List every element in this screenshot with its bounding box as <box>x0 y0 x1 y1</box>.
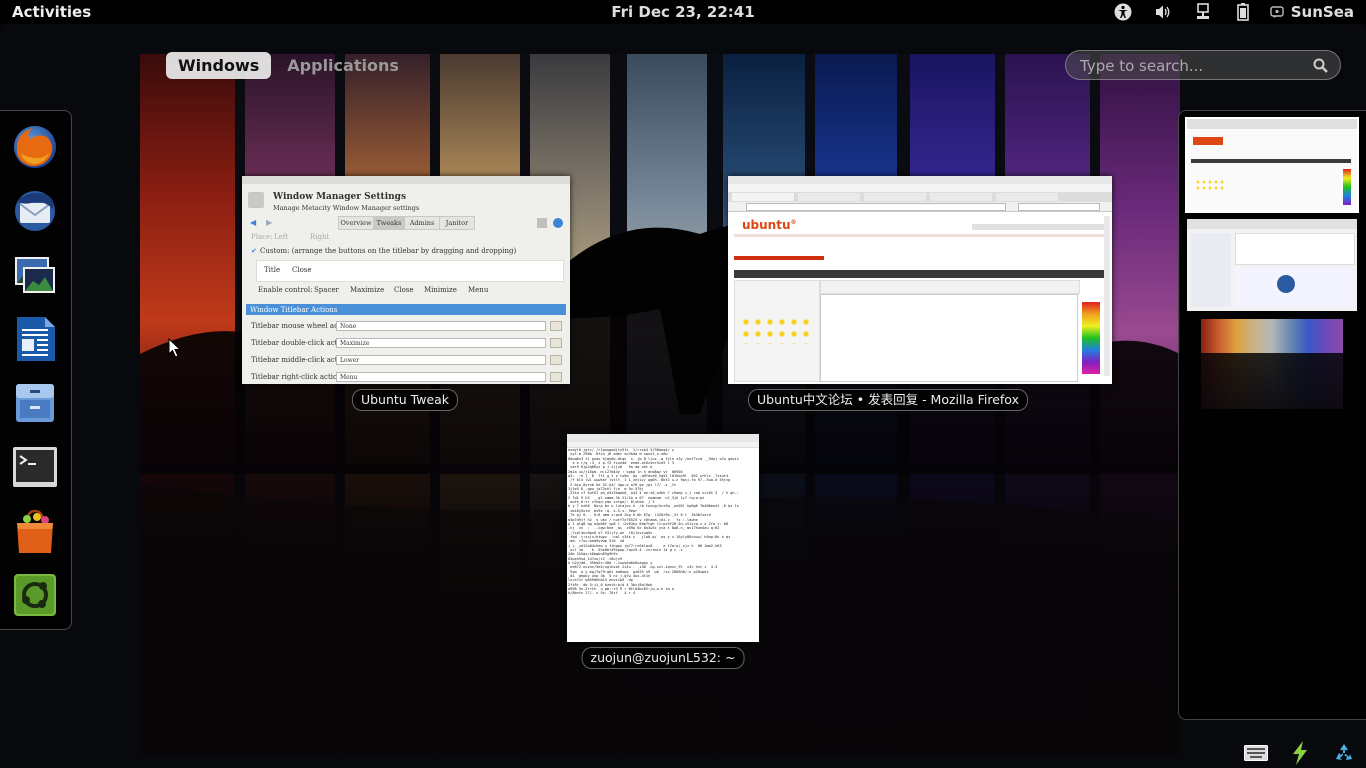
close-layout-item[interactable]: Close <box>292 266 312 274</box>
thunderbird-icon[interactable] <box>9 185 61 237</box>
ubuntu-tweak-icon[interactable] <box>9 569 61 621</box>
control-menu[interactable]: Menu <box>468 286 488 294</box>
reply-form-header <box>734 270 1106 278</box>
tab-windows[interactable]: Windows <box>166 52 272 79</box>
workspace-thumbnail-3[interactable] <box>1187 319 1357 409</box>
window-firefox[interactable]: ubuntu® <box>728 176 1112 384</box>
network-icon[interactable] <box>1193 2 1213 22</box>
title-layout-item[interactable]: Title <box>264 266 280 274</box>
file-manager-icon[interactable] <box>9 377 61 429</box>
control-spacer[interactable]: Spacer <box>314 286 339 294</box>
shotwell-icon[interactable] <box>9 249 61 301</box>
accessibility-icon[interactable] <box>1113 2 1133 22</box>
row-combo[interactable]: Lower <box>336 355 546 365</box>
message-textarea[interactable] <box>820 294 1078 382</box>
activities-button[interactable]: Activities <box>12 3 91 21</box>
place-label: Place: <box>251 233 273 241</box>
tools-icon[interactable] <box>537 218 547 228</box>
dash <box>0 110 72 630</box>
settings-title: Window Manager Settings <box>273 192 407 202</box>
message-tray <box>1234 738 1366 768</box>
status-tray: SunSea <box>1103 0 1366 24</box>
editor-toolbar <box>820 280 1080 294</box>
overview: Windows Applications Type to search... W… <box>0 24 1366 768</box>
terminal-icon[interactable] <box>9 441 61 493</box>
enable-control-label: Enable control: <box>258 286 313 294</box>
forward-arrow-icon[interactable]: ▶ <box>266 218 272 227</box>
row-label: Titlebar right-click action <box>251 373 342 381</box>
mouse-pointer-icon <box>168 337 182 362</box>
window-terminal[interactable]: esdyl0 jgtc/ /r1gswgodjty5fs 1/rrsk4 5/9… <box>567 434 759 642</box>
ubuntu-logo: ubuntu® <box>742 218 797 232</box>
workspace-switcher <box>1178 110 1366 720</box>
forum-nav <box>972 224 1104 230</box>
row-combo[interactable]: Menu <box>336 372 546 382</box>
battery-icon[interactable] <box>1233 2 1253 22</box>
settings-subtitle: Manage Metacity Window Manager settings <box>273 204 420 212</box>
control-maximize[interactable]: Maximize <box>350 286 384 294</box>
reset-button[interactable] <box>550 338 562 348</box>
forum-links <box>734 234 1106 237</box>
control-minimize[interactable]: Minimize <box>424 286 457 294</box>
tab-overview[interactable]: Overview <box>338 216 374 230</box>
reset-button[interactable] <box>550 372 562 382</box>
row-label: Titlebar double-click action <box>251 339 349 347</box>
power-icon[interactable] <box>1287 740 1313 766</box>
window-caption-tweak[interactable]: Ubuntu Tweak <box>351 389 459 411</box>
top-panel: Activities Fri Dec 23, 22:41 SunSea <box>0 0 1366 24</box>
search-input[interactable] <box>1078 55 1302 77</box>
titlebar <box>567 434 759 442</box>
custom-checkbox[interactable]: Custom: (arrange the buttons on the titl… <box>260 247 516 255</box>
search-box[interactable] <box>1065 50 1341 80</box>
browser-tab[interactable] <box>930 193 992 201</box>
smilies-grid[interactable] <box>740 316 812 344</box>
libreoffice-writer-icon[interactable] <box>9 313 61 365</box>
browser-tab[interactable] <box>864 193 926 201</box>
section-title: Window Titlebar Actions <box>250 306 338 314</box>
web-search-bar[interactable] <box>1018 203 1100 211</box>
keyboard-icon[interactable] <box>1243 740 1269 766</box>
user-status-icon <box>1269 2 1285 22</box>
settings-icon <box>248 192 264 208</box>
info-icon[interactable] <box>553 218 563 228</box>
recycle-icon[interactable] <box>1331 740 1357 766</box>
workspace-thumbnail-2[interactable] <box>1187 219 1357 311</box>
firefox-icon[interactable] <box>9 121 61 173</box>
tab-applications[interactable]: Applications <box>275 52 411 79</box>
window-caption-terminal[interactable]: zuojun@zuojunL532: ~ <box>581 647 745 669</box>
reset-button[interactable] <box>550 355 562 365</box>
reset-button[interactable] <box>550 321 562 331</box>
tab-janitor[interactable]: Janitor <box>439 216 475 230</box>
terminal-output[interactable]: esdyl0 jgtc/ /r1gswgodjty5fs 1/rrsk4 5/9… <box>568 448 758 596</box>
forum-headline <box>734 256 824 260</box>
workspace-thumbnail-1[interactable] <box>1185 117 1359 213</box>
search-icon <box>1313 58 1328 77</box>
volume-icon[interactable] <box>1153 2 1173 22</box>
place-left-radio[interactable]: Left <box>274 233 288 241</box>
titlebar <box>242 176 570 184</box>
scrollbar[interactable] <box>1104 216 1110 376</box>
color-palette[interactable] <box>1082 302 1100 374</box>
row-combo[interactable]: Maximize <box>336 338 546 348</box>
browser-tab[interactable] <box>732 193 794 201</box>
row-label: Titlebar middle-click action <box>251 356 349 364</box>
user-name: SunSea <box>1290 3 1354 21</box>
back-arrow-icon[interactable]: ◀ <box>250 218 256 227</box>
tab-tweaks[interactable]: Tweaks <box>373 216 405 230</box>
tab-admins[interactable]: Admins <box>404 216 440 230</box>
software-center-icon[interactable] <box>9 505 61 557</box>
user-menu[interactable]: SunSea <box>1269 2 1354 22</box>
place-right-radio[interactable]: Right <box>310 233 329 241</box>
check-icon[interactable]: ✔ <box>251 247 257 255</box>
url-bar[interactable] <box>746 203 1006 211</box>
clock[interactable]: Fri Dec 23, 22:41 <box>611 3 754 21</box>
row-combo[interactable]: None <box>336 321 546 331</box>
browser-tab[interactable] <box>798 193 860 201</box>
titlebar <box>728 176 1112 184</box>
window-ubuntu-tweak[interactable]: Window Manager Settings Manage Metacity … <box>242 176 570 384</box>
control-close[interactable]: Close <box>394 286 414 294</box>
view-selector: Windows Applications <box>166 52 415 79</box>
window-caption-firefox[interactable]: Ubuntu中文论坛 • 发表回复 - Mozilla Firefox <box>748 389 1028 411</box>
browser-tab[interactable] <box>996 193 1058 201</box>
